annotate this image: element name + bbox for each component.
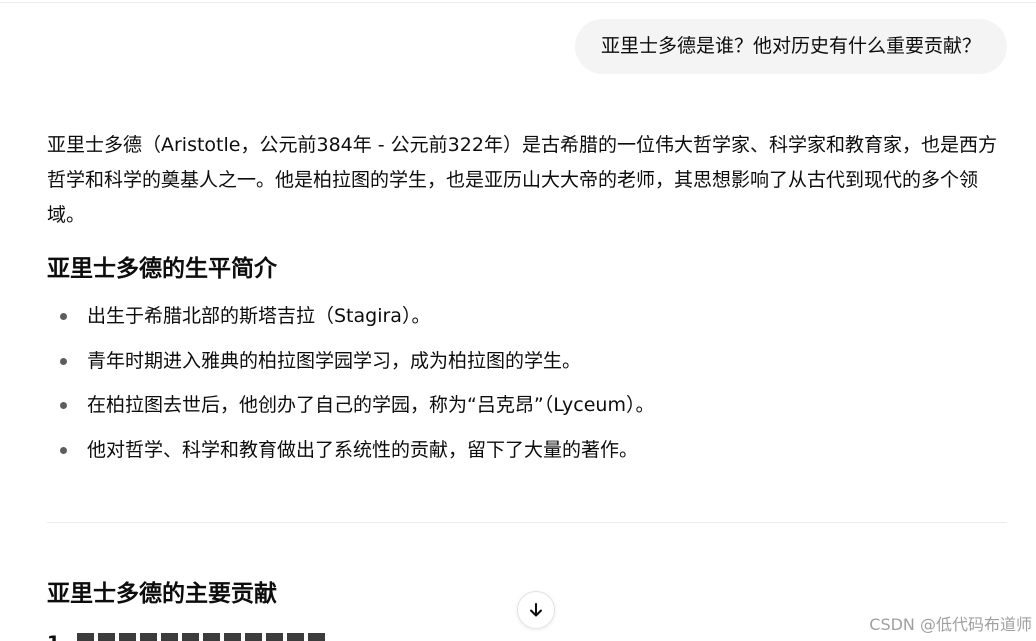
cut-off-text xyxy=(77,633,328,641)
section-heading-contributions: 亚里士多德的主要贡献 xyxy=(47,581,277,607)
bullet-dot-icon xyxy=(60,402,67,409)
answer-intro: 亚里士多德（Aristotle，公元前384年 - 公元前322年）是古希腊的一… xyxy=(47,134,997,226)
list-item-text: 青年时期进入雅典的柏拉图学园学习，成为柏拉图的学生。 xyxy=(87,349,582,372)
subheading-number: 1. xyxy=(47,633,67,641)
list-item-text: 在柏拉图去世后，他创办了自己的学园，称为“吕克昂”（Lyceum）。 xyxy=(87,394,655,416)
list-item: 他对哲学、科学和教育做出了系统性的贡献，留下了大量的著作。 xyxy=(47,437,1012,464)
scroll-to-bottom-button[interactable] xyxy=(517,591,555,629)
chat-page: 亚里士多德是谁？他对历史有什么重要贡献？ 亚里士多德（Aristotle，公元前… xyxy=(0,0,1036,641)
top-divider xyxy=(0,2,1036,3)
list-item: 在柏拉图去世后，他创办了自己的学园，称为“吕克昂”（Lyceum）。 xyxy=(47,392,1012,419)
list-item: 青年时期进入雅典的柏拉图学园学习，成为柏拉图的学生。 xyxy=(47,348,1012,375)
cut-off-subheading: 1. xyxy=(47,633,328,641)
assistant-answer: 亚里士多德（Aristotle，公元前384年 - 公元前322年）是古希腊的一… xyxy=(47,128,1012,481)
watermark: CSDN @低代码布道师 xyxy=(869,615,1032,634)
user-message-bubble: 亚里士多德是谁？他对历史有什么重要贡献？ xyxy=(574,19,1007,74)
user-message-text: 亚里士多德是谁？他对历史有什么重要贡献？ xyxy=(600,35,981,57)
life-list: 出生于希腊北部的斯塔吉拉（Stagira）。 青年时期进入雅典的柏拉图学园学习，… xyxy=(47,303,1012,464)
bullet-dot-icon xyxy=(60,313,67,320)
list-item-text: 他对哲学、科学和教育做出了系统性的贡献，留下了大量的著作。 xyxy=(87,438,639,461)
arrow-down-icon xyxy=(530,603,542,617)
list-item: 出生于希腊北部的斯塔吉拉（Stagira）。 xyxy=(47,303,1012,330)
bullet-dot-icon xyxy=(60,357,67,365)
section-heading-life: 亚里士多德的生平简介 xyxy=(47,256,277,282)
list-item-text: 出生于希腊北部的斯塔吉拉（Stagira）。 xyxy=(87,305,431,327)
bullet-dot-icon xyxy=(60,446,67,454)
section-divider xyxy=(47,522,1007,523)
